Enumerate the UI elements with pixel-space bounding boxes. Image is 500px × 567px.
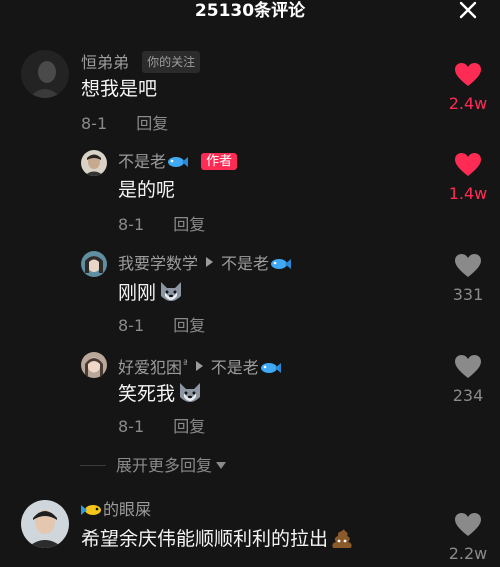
heart-icon[interactable] [454, 152, 482, 178]
author-name[interactable]: 我要学数学 [118, 254, 198, 273]
comment-date: 8-1 [118, 316, 145, 335]
comment-meta: 8-1 回复 [118, 417, 205, 437]
like-button[interactable]: 331 [438, 253, 498, 305]
poop-emoji-icon [330, 528, 354, 556]
comment-text: 希望余庆伟能顺顺利利的拉出 [81, 527, 354, 556]
comment-text: 想我是吧 [81, 78, 158, 100]
heart-icon[interactable] [454, 354, 482, 380]
comment-meta: 8-1 回复 [118, 215, 205, 235]
comments-header: 25130条评论 [0, 0, 500, 24]
heart-icon[interactable] [454, 253, 482, 279]
comment-date: 8-1 [81, 114, 108, 133]
comment-text-content: 希望余庆伟能顺顺利利的拉出 [81, 528, 329, 550]
expand-replies-button[interactable]: 展开更多回复 [80, 456, 227, 476]
author-name-suffix: ª [183, 359, 188, 370]
author-name[interactable]: 的眼屎 [103, 500, 151, 519]
avatar[interactable] [81, 352, 107, 378]
comment-date: 8-1 [118, 417, 145, 436]
comment-text: 刚刚 [118, 280, 184, 310]
comment-author[interactable]: 恒弟弟 你的关注 [81, 51, 201, 73]
comment-meta: 8-1 回复 [118, 316, 205, 336]
author-name[interactable]: 恒弟弟 [81, 53, 129, 72]
like-count: 331 [452, 285, 484, 304]
like-count: 234 [452, 386, 484, 405]
avatar[interactable] [81, 251, 107, 277]
comment-author[interactable]: 好爱犯困ª 不是老 [118, 355, 281, 381]
comment-count-title: 25130条评论 [194, 1, 306, 21]
author-name[interactable]: 不是老 [118, 152, 166, 171]
avatar[interactable] [21, 50, 69, 98]
comment-author[interactable]: 的眼屎 [81, 500, 151, 523]
reply-to-name[interactable]: 不是老 [221, 254, 269, 273]
comment-text-content: 笑死我 [118, 383, 176, 405]
avatar[interactable] [81, 150, 107, 176]
reply-arrow-icon [195, 361, 203, 371]
like-count: 2.4w [448, 94, 488, 113]
author-name[interactable]: 好爱犯困 [118, 358, 182, 377]
author-badge: 作者 [201, 153, 238, 170]
like-count: 2.2w [448, 544, 488, 563]
like-button[interactable]: 2.4w [438, 62, 498, 114]
comment-meta: 8-1 回复 [81, 114, 168, 134]
reply-button[interactable]: 回复 [173, 417, 205, 436]
like-button[interactable]: 1.4w [438, 152, 498, 204]
fish-emoji-icon [166, 154, 189, 175]
comment-date: 8-1 [118, 215, 145, 234]
reply-button[interactable]: 回复 [173, 215, 205, 234]
husky-emoji-icon [177, 381, 203, 411]
close-icon[interactable] [458, 0, 478, 20]
husky-emoji-icon [158, 280, 184, 310]
heart-icon[interactable] [454, 62, 482, 88]
comment-text: 笑死我 [118, 381, 203, 411]
like-count: 1.4w [448, 184, 488, 203]
divider [80, 465, 106, 466]
comment-author[interactable]: 我要学数学 不是老 [118, 254, 292, 277]
like-button[interactable]: 234 [438, 354, 498, 406]
avatar[interactable] [21, 500, 69, 548]
comment-author[interactable]: 不是老 作者 [118, 152, 238, 175]
fish-emoji-icon [269, 256, 292, 277]
fish-emoji-icon [259, 360, 281, 381]
fish-emoji-icon [81, 502, 103, 523]
heart-icon[interactable] [454, 512, 482, 538]
reply-arrow-icon [206, 257, 214, 267]
comment-text: 是的呢 [118, 179, 176, 201]
expand-replies-label[interactable]: 展开更多回复 [116, 456, 212, 475]
reply-to-name[interactable]: 不是老 [211, 358, 259, 377]
follow-badge: 你的关注 [142, 51, 201, 73]
reply-button[interactable]: 回复 [136, 114, 168, 133]
reply-button[interactable]: 回复 [173, 316, 205, 335]
comment-text-content: 刚刚 [118, 282, 157, 304]
chevron-down-icon [216, 462, 227, 469]
like-button[interactable]: 2.2w [438, 512, 498, 564]
